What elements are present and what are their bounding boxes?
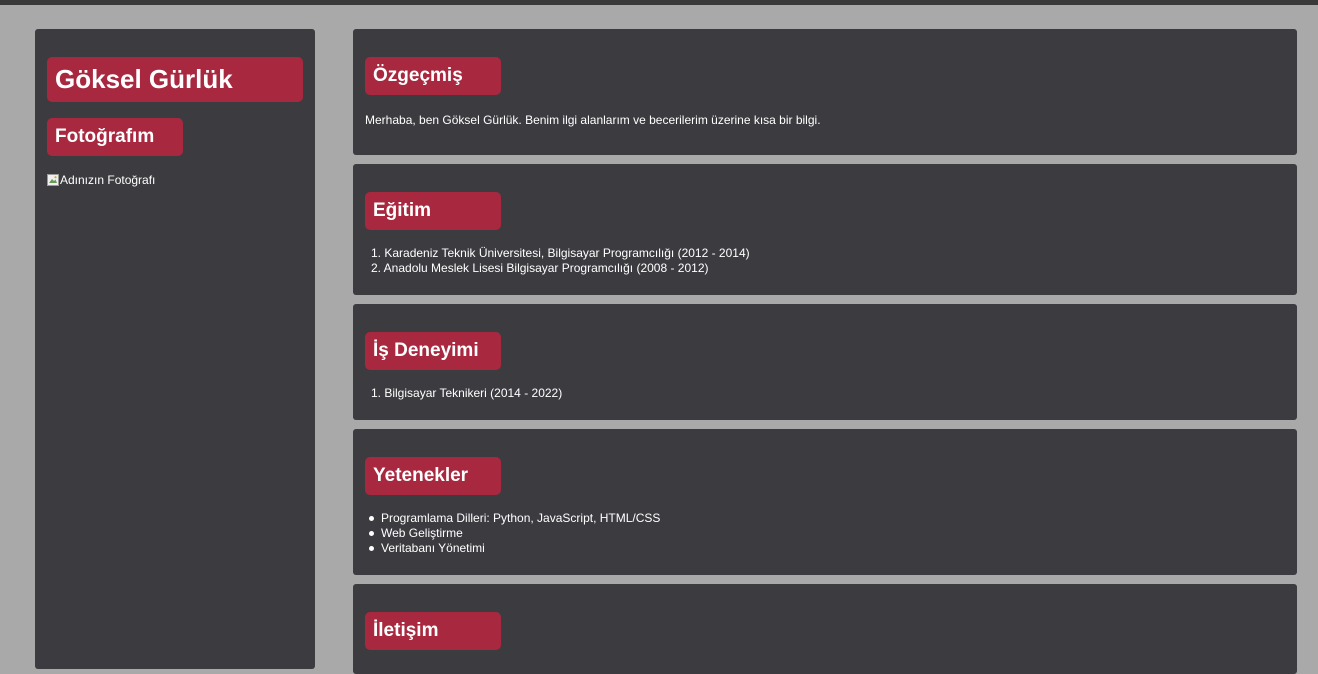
list-item: 1. Karadeniz Teknik Üniversitesi, Bilgis… — [370, 246, 750, 260]
bullet-icon — [369, 531, 374, 536]
list-item: 2. Anadolu Meslek Lisesi Bilgisayar Prog… — [370, 261, 709, 275]
list-item: Programlama Dilleri: Python, JavaScript,… — [365, 511, 660, 526]
sidebar: Göksel Gürlük Fotoğrafım Adınızın Fotoğr… — [35, 29, 315, 669]
about-text: Merhaba, ben Göksel Gürlük. Benim ilgi a… — [365, 113, 821, 127]
section-about-heading: Özgeçmiş — [365, 57, 501, 95]
section-education-heading: Eğitim — [365, 192, 501, 230]
profile-photo: Adınızın Fotoğrafı — [47, 172, 155, 188]
section-skills-heading: Yetenekler — [365, 457, 501, 495]
window-top-bar — [0, 0, 1318, 5]
experience-list: 1. Bilgisayar Teknikeri (2014 - 2022) — [365, 386, 562, 401]
section-experience: İş Deneyimi 1. Bilgisayar Teknikeri (201… — [353, 304, 1297, 420]
education-list: 1. Karadeniz Teknik Üniversitesi, Bilgis… — [365, 246, 750, 276]
list-item: 1. Bilgisayar Teknikeri (2014 - 2022) — [370, 386, 563, 400]
broken-image-icon — [47, 174, 59, 186]
section-experience-heading: İş Deneyimi — [365, 332, 501, 370]
section-skills: Yetenekler Programlama Dilleri: Python, … — [353, 429, 1297, 575]
skills-list: Programlama Dilleri: Python, JavaScript,… — [365, 511, 660, 556]
section-contact-heading: İletişim — [365, 612, 501, 650]
photo-alt-text: Adınızın Fotoğrafı — [60, 173, 156, 187]
section-about: Özgeçmiş Merhaba, ben Göksel Gürlük. Ben… — [353, 29, 1297, 155]
photo-heading: Fotoğrafım — [47, 118, 183, 156]
bullet-icon — [369, 516, 374, 521]
section-education: Eğitim 1. Karadeniz Teknik Üniversitesi,… — [353, 164, 1297, 295]
bullet-icon — [369, 546, 374, 551]
list-item: Veritabanı Yönetimi — [365, 541, 660, 556]
profile-name: Göksel Gürlük — [47, 57, 303, 102]
list-item: Web Geliştirme — [365, 526, 660, 541]
section-contact: İletişim — [353, 584, 1297, 674]
